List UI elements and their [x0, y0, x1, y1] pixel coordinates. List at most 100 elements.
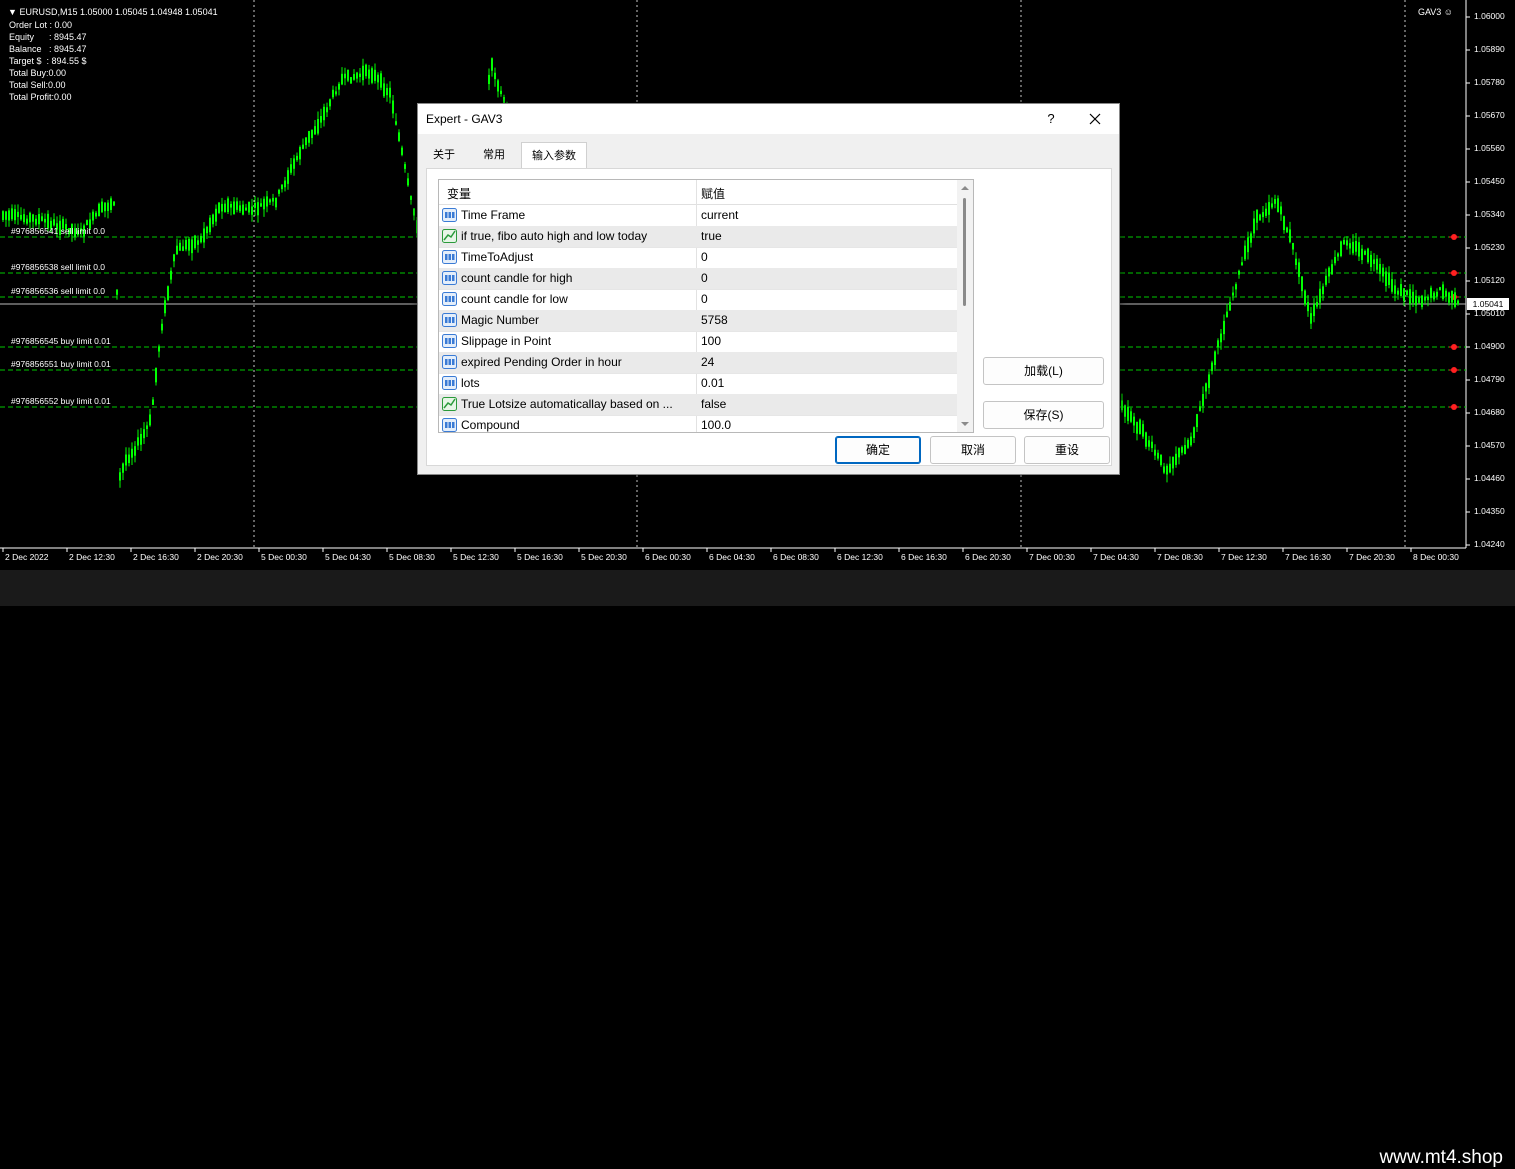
cancel-button[interactable]: 取消	[930, 436, 1016, 464]
symbol-quote: EURUSD,M15 1.05000 1.05045 1.04948 1.050…	[19, 7, 218, 17]
param-value[interactable]: true	[701, 229, 722, 243]
param-value[interactable]: current	[701, 208, 738, 222]
candle-body	[413, 208, 415, 216]
candle-body	[1232, 292, 1234, 296]
candle-body	[260, 203, 262, 207]
integer-param-icon	[442, 208, 457, 222]
candle-body	[488, 74, 490, 85]
candle-body	[248, 202, 250, 213]
candle-body	[32, 214, 34, 222]
candle-body	[1202, 394, 1204, 406]
table-row[interactable]: Time Frame current	[439, 205, 957, 227]
candle-body	[1148, 440, 1150, 447]
table-row[interactable]: TimeToAdjust 0	[439, 247, 957, 269]
candle-body	[338, 83, 340, 90]
candle-body	[1412, 291, 1414, 303]
candle-body	[1307, 302, 1309, 312]
candle-body	[242, 204, 244, 215]
tab-about[interactable]: 关于	[426, 144, 462, 167]
expert-dialog: Expert - GAV3 ? 关于 常用 输入参数 变量 赋值 Time Fr…	[417, 103, 1120, 475]
column-variable[interactable]: 变量	[447, 185, 471, 202]
close-button[interactable]	[1082, 106, 1108, 132]
scroll-up-icon[interactable]	[957, 182, 973, 194]
tab-common[interactable]: 常用	[476, 144, 512, 167]
table-row[interactable]: lots 0.01	[439, 373, 957, 395]
candle-body	[1358, 242, 1360, 257]
column-value[interactable]: 赋值	[701, 185, 725, 202]
order-label[interactable]: #976856536 sell limit 0.0	[11, 286, 105, 296]
order-label[interactable]: #976856552 buy limit 0.01	[11, 396, 111, 406]
chart-menu-triangle-icon[interactable]: ▼	[8, 7, 17, 17]
candle-body	[194, 235, 196, 249]
candle-body	[209, 217, 211, 233]
time-label: 2 Dec 16:30	[133, 552, 179, 562]
param-value[interactable]: 0	[701, 271, 708, 285]
table-row[interactable]: Magic Number 5758	[439, 310, 957, 332]
candle-body	[1208, 374, 1210, 388]
save-button[interactable]: 保存(S)	[983, 401, 1104, 429]
reset-button[interactable]: 重设	[1024, 436, 1110, 464]
param-value[interactable]: 0	[701, 292, 708, 306]
param-value[interactable]: 100	[701, 334, 721, 348]
candle-body	[104, 202, 106, 212]
candle-body	[404, 164, 406, 169]
candle-body	[1328, 267, 1330, 277]
candle-body	[233, 201, 235, 215]
order-label[interactable]: #976856541 sell limit 0.0	[11, 226, 105, 236]
candle-body	[128, 454, 130, 464]
price-label: 1.05560	[1474, 143, 1505, 153]
candle-body	[359, 73, 361, 77]
param-value[interactable]: 0	[701, 250, 708, 264]
candle-body	[1163, 466, 1165, 473]
time-label: 6 Dec 00:30	[645, 552, 691, 562]
table-row[interactable]: expired Pending Order in hour 24	[439, 352, 957, 374]
candle-body	[1145, 432, 1147, 447]
order-label[interactable]: #976856551 buy limit 0.01	[11, 359, 111, 369]
candle-body	[218, 202, 220, 213]
ok-button[interactable]: 确定	[835, 436, 921, 464]
candle-body	[1244, 245, 1246, 260]
scroll-down-icon[interactable]	[957, 418, 973, 430]
order-label[interactable]: #976856545 buy limit 0.01	[11, 336, 111, 346]
param-value[interactable]: false	[701, 397, 726, 411]
table-row[interactable]: count candle for high 0	[439, 268, 957, 290]
table-row[interactable]: count candle for low 0	[439, 289, 957, 311]
candle-body	[239, 205, 241, 212]
candle-body	[167, 286, 169, 300]
scrollbar-thumb[interactable]	[963, 198, 966, 306]
table-row[interactable]: Slippage in Point 100	[439, 331, 957, 353]
table-row[interactable]: True Lotsize automaticallay based on ...…	[439, 394, 957, 416]
param-value[interactable]: 100.0	[701, 418, 731, 432]
candle-body	[380, 73, 382, 88]
candle-body	[176, 245, 178, 255]
order-label[interactable]: #976856538 sell limit 0.0	[11, 262, 105, 272]
candle-body	[257, 202, 259, 216]
account-info-line: Total Buy:0.00	[9, 68, 67, 78]
candle-body	[1220, 333, 1222, 343]
param-name: True Lotsize automaticallay based on ...	[461, 397, 673, 411]
candle-body	[1283, 216, 1285, 231]
price-label: 1.05450	[1474, 176, 1505, 186]
time-label: 7 Dec 12:30	[1221, 552, 1267, 562]
candle-body	[11, 208, 13, 220]
grid-header: 变量 赋值	[439, 180, 957, 205]
candle-body	[1388, 272, 1390, 285]
candle-body	[1184, 445, 1186, 455]
param-name: expired Pending Order in hour	[461, 355, 622, 369]
candle-body	[1310, 313, 1312, 324]
help-button[interactable]: ?	[1038, 106, 1064, 132]
candle-body	[1436, 291, 1438, 297]
grid-scrollbar[interactable]	[957, 180, 973, 432]
candle-body	[17, 211, 19, 217]
param-value[interactable]: 5758	[701, 313, 728, 327]
price-label: 1.05890	[1474, 44, 1505, 54]
param-value[interactable]: 0.01	[701, 376, 724, 390]
table-row[interactable]: if true, fibo auto high and low today tru…	[439, 226, 957, 248]
ea-badge[interactable]: GAV3 ☺	[1418, 7, 1453, 17]
candle-body	[1346, 240, 1348, 246]
load-button[interactable]: 加载(L)	[983, 357, 1104, 385]
tab-inputs[interactable]: 输入参数	[521, 142, 587, 169]
table-row[interactable]: Compound 100.0	[439, 415, 957, 432]
dialog-titlebar[interactable]: Expert - GAV3 ?	[418, 104, 1119, 134]
param-value[interactable]: 24	[701, 355, 714, 369]
